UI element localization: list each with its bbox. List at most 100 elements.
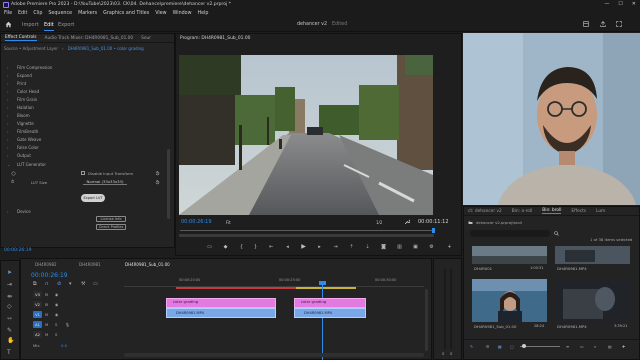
freeform-view-icon[interactable]: ▢ [510, 344, 514, 349]
sequence-tab[interactable]: DH4R0982 [35, 262, 57, 267]
device-row[interactable]: › Device [7, 208, 31, 214]
go-to-out-button[interactable]: ⇥ [332, 243, 339, 250]
toggle-output-icon[interactable]: ◉ [55, 292, 58, 297]
playhead-marker[interactable] [432, 228, 435, 233]
maximize-button[interactable]: ☐ [618, 1, 622, 7]
solo-button[interactable]: S [55, 322, 57, 327]
mark-in-button[interactable]: { [238, 243, 245, 250]
step-back-button[interactable]: ◂ [284, 243, 291, 250]
wrench-icon[interactable] [404, 219, 410, 225]
sequence-tab[interactable]: DH4R0981 [79, 262, 101, 267]
clip-thumbnail[interactable] [555, 279, 630, 322]
program-zoom-bar[interactable] [179, 234, 434, 237]
track-v2-label[interactable]: V2 [33, 301, 42, 308]
list-view-icon[interactable]: ☰ [486, 344, 489, 349]
menu-edit[interactable]: Edit [18, 11, 27, 16]
source-label[interactable]: Source • Adjustment Layer [4, 46, 58, 53]
captions-icon[interactable]: ▭ [93, 281, 98, 287]
zoom-slider-handle[interactable] [522, 344, 526, 348]
video-clip[interactable]: DH4R0981.MP4 [294, 308, 366, 318]
video-clip[interactable]: DH4R0981.MP4 [166, 308, 276, 318]
menu-markers[interactable]: Markers [78, 11, 97, 16]
effect-row[interactable]: › Halation [7, 104, 34, 110]
menu-clip[interactable]: Clip [33, 11, 42, 16]
stopwatch-icon[interactable] [11, 171, 16, 176]
microphone-icon[interactable]: 🎙 [65, 322, 70, 327]
disable-input-checkbox[interactable] [81, 171, 85, 175]
timeline-vertical-scrollbar[interactable] [425, 289, 428, 351]
effect-row[interactable]: › Film Grain [7, 96, 37, 102]
track-v3-label[interactable]: V3 [33, 291, 42, 298]
selection-tool-icon[interactable]: ➤ [7, 269, 14, 276]
sort-icon[interactable]: ≡ [566, 344, 569, 349]
track-a2-label[interactable]: A2 [33, 331, 42, 338]
program-timecode[interactable]: 00:00:26:19 [181, 219, 212, 225]
track-select-icon[interactable]: ⇥ [7, 281, 14, 288]
lift-button[interactable]: ⇡ [348, 243, 355, 250]
sync-lock-icon[interactable]: ⊟ [45, 302, 48, 307]
program-scrub-bar[interactable] [180, 230, 435, 231]
icon-view-icon[interactable]: ▦ [498, 344, 502, 349]
clip-name[interactable]: DH4R001 [474, 266, 492, 271]
effect-row[interactable]: › Bloom [7, 112, 30, 118]
linked-selection-icon[interactable]: ⊘ [57, 281, 61, 287]
tab-import[interactable]: Import [22, 22, 39, 28]
add-button[interactable]: + [446, 243, 453, 250]
project-search-input[interactable] [470, 230, 550, 237]
clip-thumbnail[interactable] [472, 279, 547, 322]
solo-button[interactable]: S [55, 332, 57, 337]
add-marker-icon[interactable]: ▾ [69, 281, 72, 287]
menu-graphics[interactable]: Graphics and Titles [103, 11, 149, 16]
vr-icon[interactable]: ▣ [412, 243, 419, 250]
mix-value[interactable]: 0.0 [61, 343, 67, 348]
timeline-timecode[interactable]: 00:00:26:19 [31, 272, 68, 279]
marker-icon[interactable]: ◆ [222, 243, 229, 250]
settings-icon[interactable]: ⚙ [428, 243, 435, 250]
tab-source[interactable]: Sour [141, 36, 151, 41]
toggle-output-icon[interactable]: ◉ [55, 312, 58, 317]
tab-bin-broll[interactable]: Bin: broll [542, 208, 562, 214]
effect-controls-scrollbar[interactable] [167, 149, 170, 219]
pen-tool-icon[interactable]: ✎ [7, 327, 14, 334]
new-item-icon[interactable]: ✚ [622, 344, 625, 349]
menu-help[interactable]: Help [198, 11, 209, 16]
effect-row[interactable]: › False Color [7, 144, 39, 150]
tab-effects[interactable]: Effects [571, 209, 586, 214]
clip-name[interactable]: DH4R0981.MP4 [557, 324, 587, 329]
effect-row[interactable]: › Output [7, 152, 31, 158]
tab-bin-aroll[interactable]: Bin: a-roll [512, 209, 533, 214]
type-tool-icon[interactable]: T [7, 349, 14, 356]
sync-lock-icon[interactable]: ⊟ [45, 312, 48, 317]
playhead-line[interactable] [322, 283, 323, 360]
comparison-view-icon[interactable]: ▥ [396, 243, 403, 250]
timeline-scrollbar[interactable] [124, 353, 424, 357]
stopwatch-icon[interactable]: ⏱ [11, 179, 14, 184]
ripple-edit-icon[interactable]: ⇹ [7, 293, 14, 300]
effect-row[interactable]: › Gate Weave [7, 136, 41, 142]
solo-right-button[interactable]: S [450, 351, 452, 356]
extract-button[interactable]: ⇣ [364, 243, 371, 250]
toggle-output-icon[interactable]: ◉ [55, 302, 58, 307]
menu-window[interactable]: Window [173, 11, 192, 16]
lut-generator-row[interactable]: ⌄ LUT Generator [7, 161, 46, 167]
nest-icon[interactable]: ⧉ [33, 281, 37, 287]
track-v1-label[interactable]: V1 [33, 311, 42, 318]
adjustment-layer-clip[interactable]: color grading [166, 298, 276, 308]
reset-icon[interactable] [155, 180, 160, 185]
new-bin-icon[interactable]: ▤ [608, 344, 612, 349]
tab-export[interactable]: Export [58, 22, 74, 28]
effect-row[interactable]: › Vignette [7, 120, 34, 126]
menu-sequence[interactable]: Sequence [48, 11, 72, 16]
lock-icon[interactable]: ✎ [470, 344, 473, 349]
reset-icon[interactable] [155, 171, 160, 176]
effect-row[interactable]: › FilmBreath [7, 128, 38, 134]
resolution-dropdown[interactable]: 1/2 [376, 220, 382, 225]
clip-name[interactable]: DH4R0981_Sub_01.00 [474, 324, 516, 329]
playhead-handle[interactable] [319, 281, 326, 285]
tab-lumetri[interactable]: Lum [596, 209, 605, 214]
home-icon[interactable] [5, 21, 12, 28]
clip-label[interactable]: DH4R0981_Sub_01.00 • color grading [68, 46, 144, 53]
workspace-icon[interactable] [583, 21, 589, 27]
search-icon[interactable] [554, 231, 559, 236]
effect-row[interactable]: › Print [7, 80, 26, 86]
